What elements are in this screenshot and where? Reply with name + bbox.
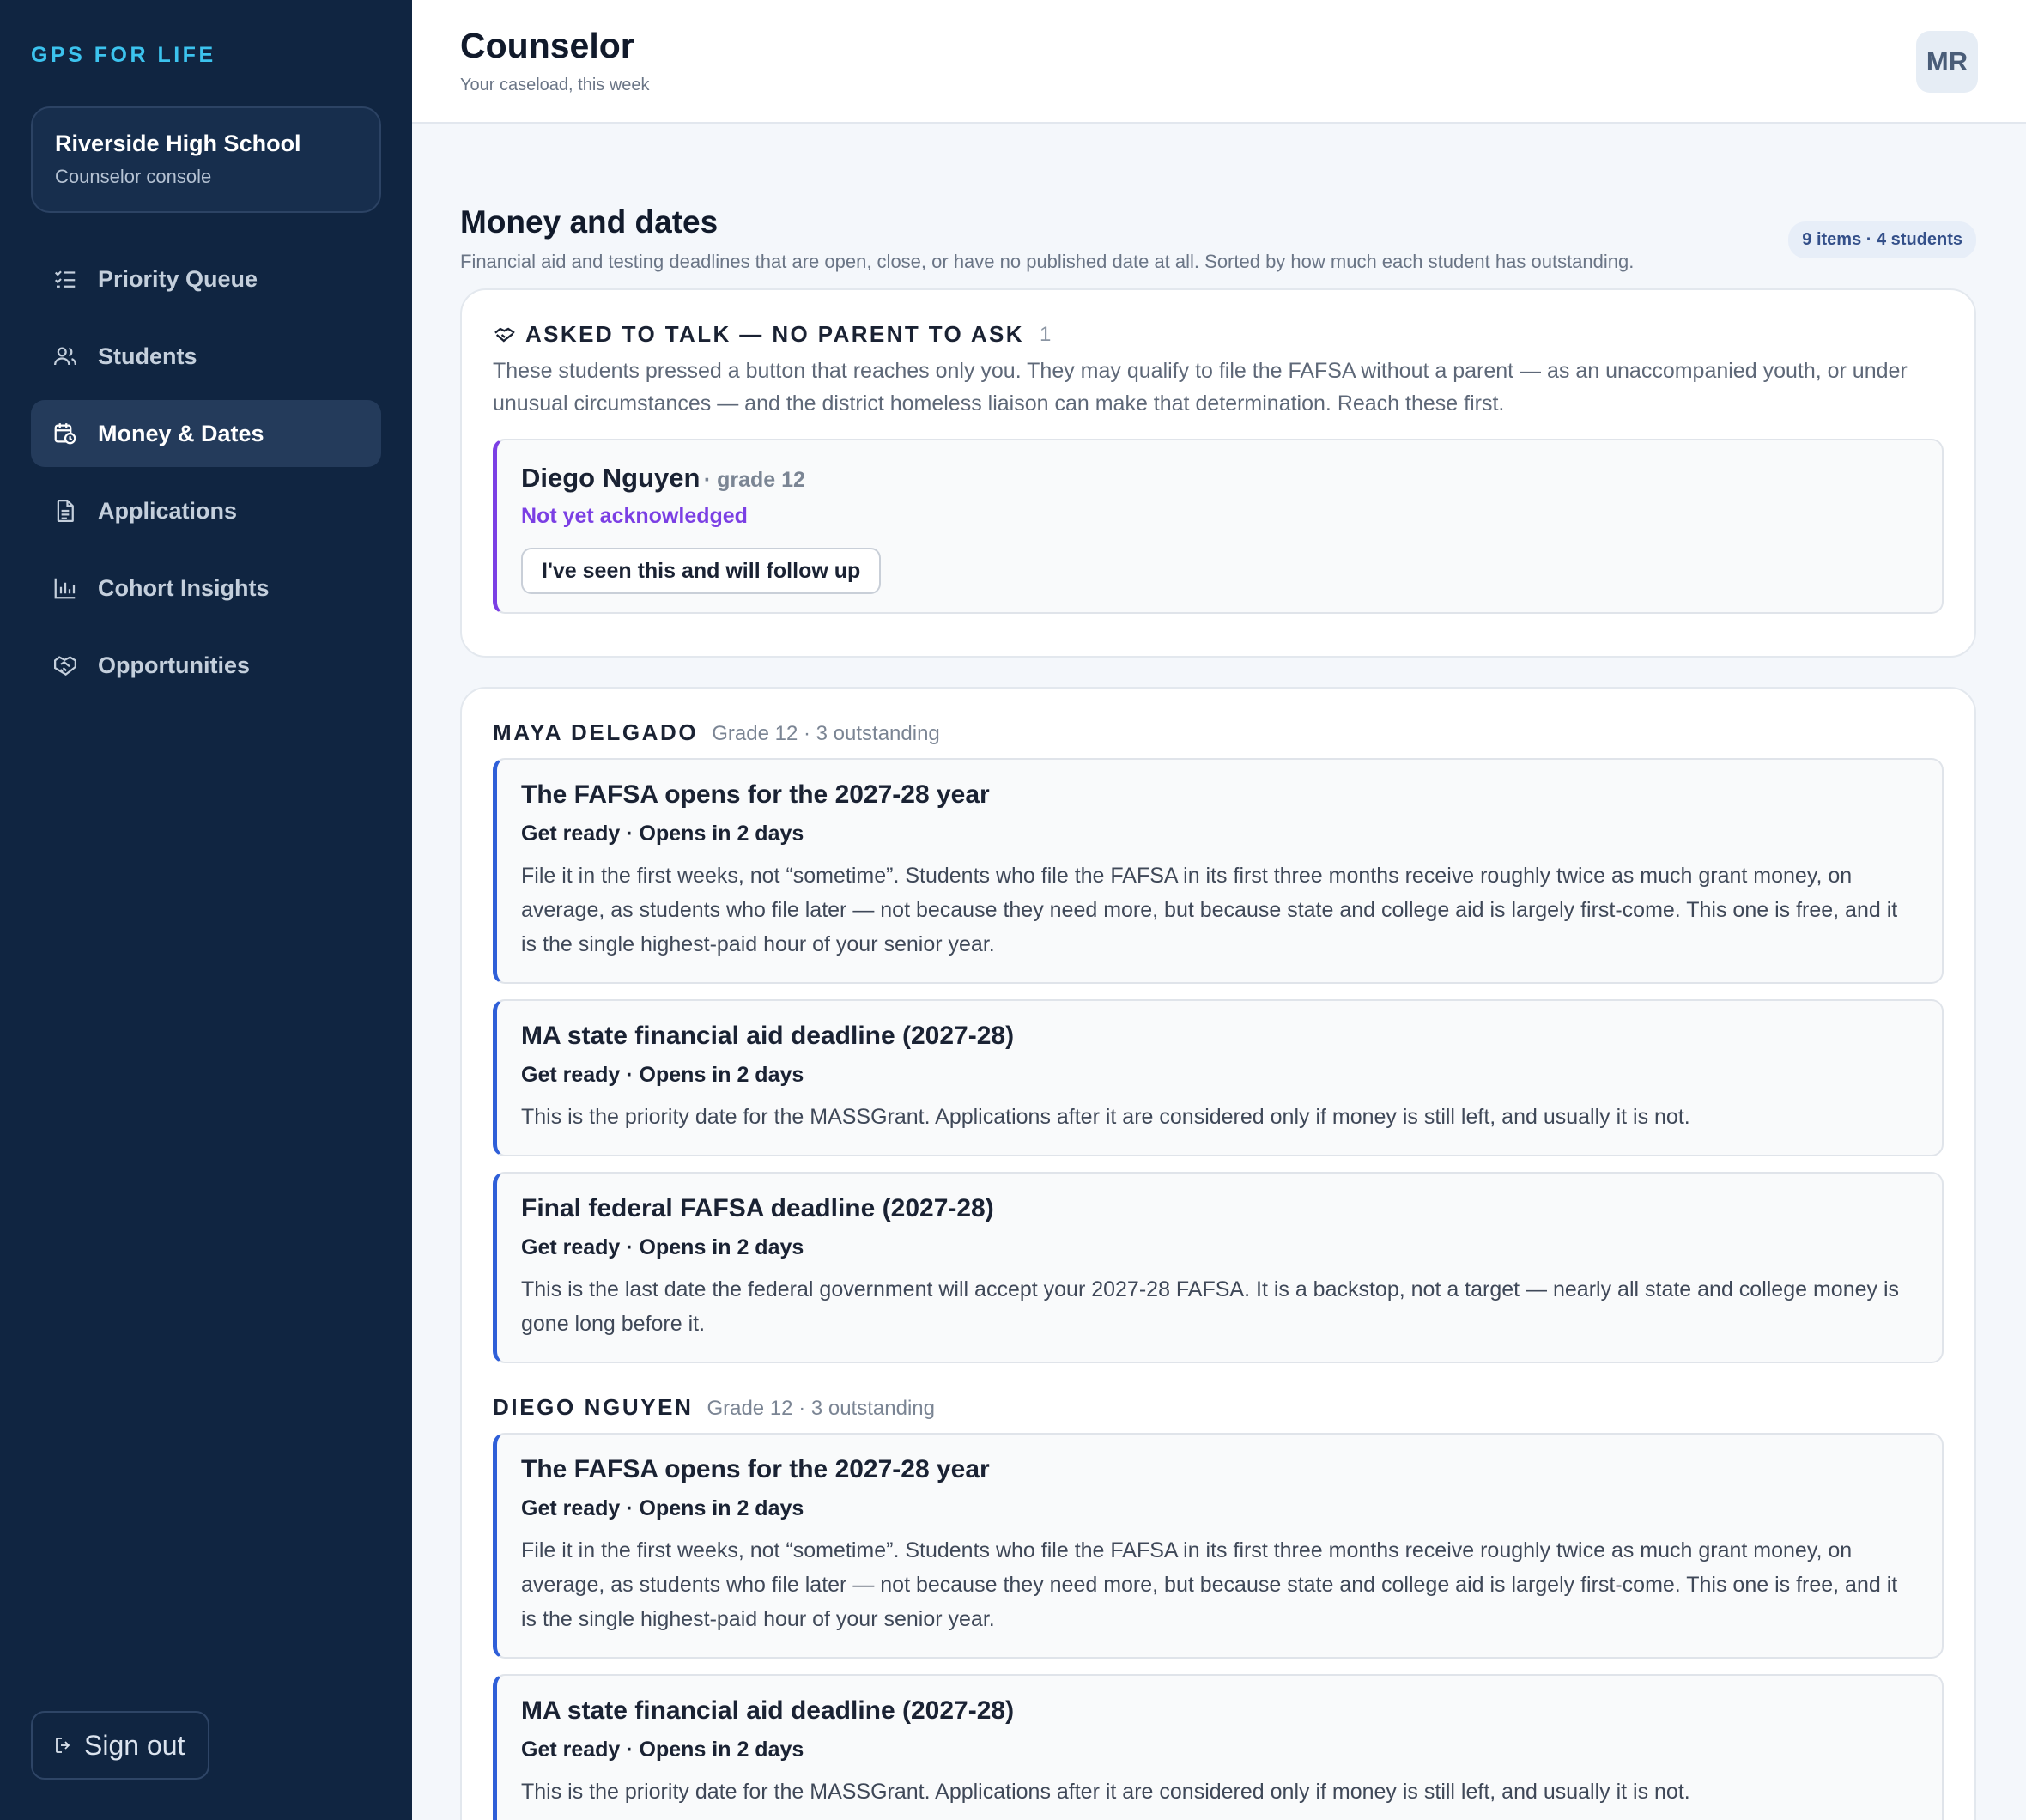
ask-header: ASKED TO TALK — NO PARENT TO ASK 1	[493, 321, 1944, 348]
deadline-description: This is the priority date for the MASSGr…	[521, 1780, 1690, 1804]
deadline-status: Get ready · Opens in 2 days	[521, 1063, 804, 1087]
sidebar-item-label: Money & Dates	[98, 420, 264, 446]
section-title: Money and dates	[460, 204, 719, 240]
handshake-icon	[52, 652, 79, 679]
deadline-item[interactable]: The FAFSA opens for the 2027-28 year Get…	[493, 1433, 1944, 1659]
student-name: MAYA DELGADO	[493, 719, 699, 745]
top-bar: Counselor Your caseload, this week MR	[412, 0, 2026, 124]
deadline-title: The FAFSA opens for the 2027-28 year	[521, 1455, 990, 1483]
ask-title: ASKED TO TALK — NO PARENT TO ASK	[525, 321, 1024, 347]
ask-count: 1	[1039, 322, 1052, 346]
deadline-item[interactable]: MA state financial aid deadline (2027-28…	[493, 1674, 1944, 1820]
student-group-header: DIEGO NGUYEN Grade 12 · 3 outstanding	[493, 1394, 1944, 1421]
avatar[interactable]: MR	[1916, 31, 1978, 93]
student-grade: · grade 12	[703, 468, 805, 492]
student-meta: Grade 12 · 3 outstanding	[707, 1397, 935, 1420]
count-badge: 9 items · 4 students	[1788, 221, 1976, 258]
sidebar-item-cohort-insights[interactable]: Cohort Insights	[31, 555, 381, 622]
sidebar-item-money-dates[interactable]: Money & Dates	[31, 400, 381, 467]
deadline-item[interactable]: The FAFSA opens for the 2027-28 year Get…	[493, 758, 1944, 984]
school-card: Riverside High School Counselor console	[31, 106, 381, 213]
acknowledge-button[interactable]: I've seen this and will follow up	[521, 548, 882, 594]
deadline-title: The FAFSA opens for the 2027-28 year	[521, 780, 990, 809]
ask-description: These students pressed a button that rea…	[493, 359, 1908, 416]
sidebar-item-opportunities[interactable]: Opportunities	[31, 632, 381, 699]
deadline-status: Get ready · Opens in 2 days	[521, 1235, 804, 1259]
deadline-description: This is the last date the federal govern…	[521, 1277, 1900, 1336]
status-badge: Not yet acknowledged	[521, 504, 748, 528]
deadline-status: Get ready · Opens in 2 days	[521, 822, 804, 846]
sidebar-item-label: Priority Queue	[98, 265, 258, 292]
sidebar-item-priority-queue[interactable]: Priority Queue	[31, 246, 381, 312]
deadline-status: Get ready · Opens in 2 days	[521, 1738, 804, 1762]
brand-logo: GPS FOR LIFE	[31, 43, 216, 67]
deadline-description: File it in the first weeks, not “sometim…	[521, 864, 1898, 956]
main-content: Counselor Your caseload, this week MR Mo…	[412, 0, 2026, 1820]
ask-to-talk-card: ASKED TO TALK — NO PARENT TO ASK 1 These…	[460, 288, 1976, 658]
sidebar-item-label: Students	[98, 343, 197, 369]
deadline-status: Get ready · Opens in 2 days	[521, 1496, 804, 1520]
student-name: DIEGO NGUYEN	[493, 1394, 694, 1420]
student-meta: Grade 12 · 3 outstanding	[712, 722, 940, 745]
student-group: DIEGO NGUYEN Grade 12 · 3 outstanding Th…	[493, 1394, 1944, 1820]
page-title: Counselor	[460, 26, 634, 65]
student-request-card: Diego Nguyen · grade 12 Not yet acknowle…	[493, 439, 1944, 614]
sidebar-item-label: Applications	[98, 497, 238, 524]
handshake-icon	[494, 327, 515, 343]
student-group-header: MAYA DELGADO Grade 12 · 3 outstanding	[493, 719, 1944, 746]
bar-chart-icon	[52, 574, 79, 602]
sidebar-item-students[interactable]: Students	[31, 323, 381, 390]
deadline-item[interactable]: Final federal FAFSA deadline (2027-28) G…	[493, 1172, 1944, 1363]
student-group: MAYA DELGADO Grade 12 · 3 outstanding Th…	[493, 719, 1944, 1363]
checklist-icon	[52, 265, 79, 293]
student-name: Diego Nguyen	[521, 463, 701, 493]
deadline-description: File it in the first weeks, not “sometim…	[521, 1538, 1898, 1631]
sidebar-item-label: Opportunities	[98, 652, 250, 678]
school-name: Riverside High School	[55, 130, 301, 156]
deadline-title: MA state financial aid deadline (2027-28…	[521, 1696, 1015, 1725]
deadline-title: Final federal FAFSA deadline (2027-28)	[521, 1194, 994, 1222]
deadlines-card: MAYA DELGADO Grade 12 · 3 outstanding Th…	[460, 687, 1976, 1820]
deadline-description: This is the priority date for the MASSGr…	[521, 1105, 1690, 1129]
school-subtitle: Counselor console	[55, 166, 212, 187]
deadline-item[interactable]: MA state financial aid deadline (2027-28…	[493, 999, 1944, 1156]
sidebar-item-applications[interactable]: Applications	[31, 477, 381, 544]
section-header: Money and dates Financial aid and testin…	[460, 204, 1976, 273]
calendar-clock-icon	[52, 420, 79, 447]
deadline-title: MA state financial aid deadline (2027-28…	[521, 1022, 1015, 1050]
sign-out-label: Sign out	[84, 1729, 185, 1761]
page-subtitle: Your caseload, this week	[460, 76, 650, 94]
sign-out-button[interactable]: Sign out	[31, 1711, 209, 1780]
section-subtitle: Financial aid and testing deadlines that…	[460, 251, 1635, 272]
users-icon	[52, 343, 79, 370]
document-icon	[52, 497, 79, 525]
sidebar-item-label: Cohort Insights	[98, 574, 270, 601]
sidebar: GPS FOR LIFE Riverside High School Couns…	[0, 0, 412, 1820]
logout-icon	[56, 1738, 70, 1753]
sidebar-nav: Priority Queue Students Money & Dates Ap…	[31, 246, 381, 709]
